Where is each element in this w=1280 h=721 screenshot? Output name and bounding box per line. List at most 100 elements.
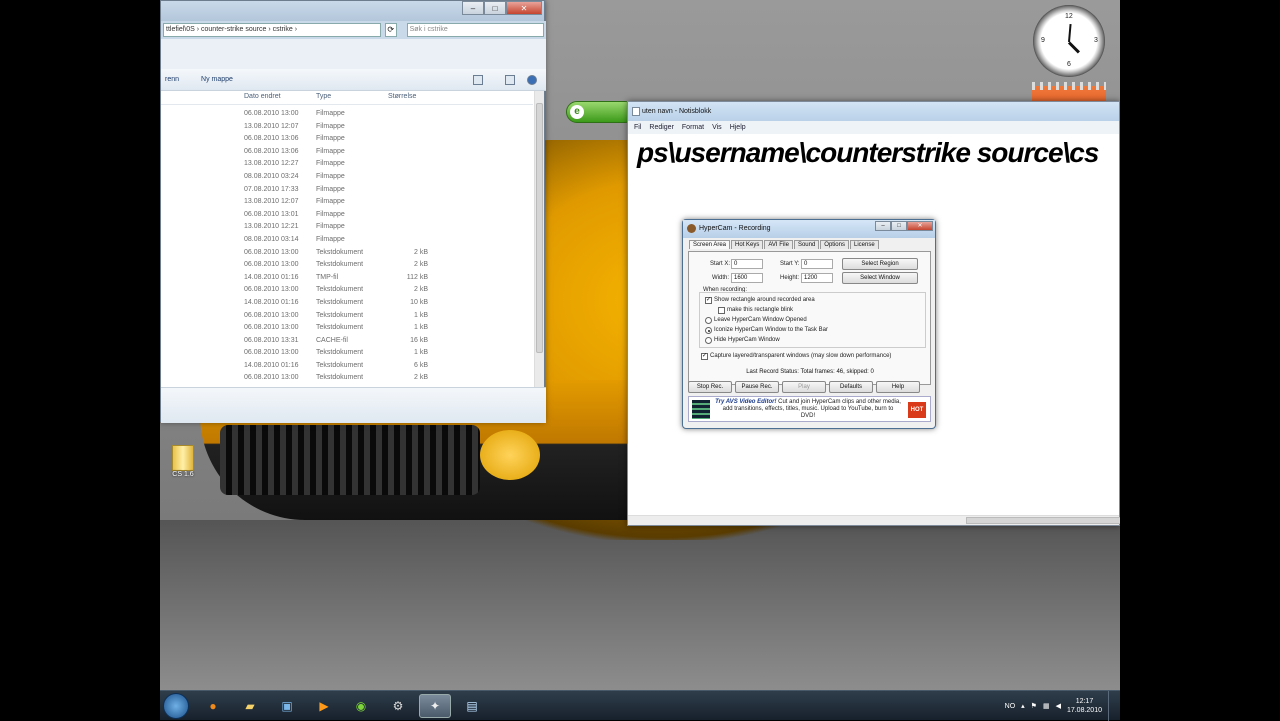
language-indicator[interactable]: NO [1005, 703, 1016, 710]
explorer-icon[interactable]: ▰ [234, 694, 266, 718]
select-window-button[interactable]: Select Window [842, 272, 918, 284]
refresh-icon[interactable]: ⟳ [384, 23, 397, 37]
menu-format[interactable]: Format [682, 121, 704, 134]
table-row[interactable]: 14.08.2010 01:16 Tekstdokument 6 kB [161, 361, 533, 374]
table-row[interactable]: 14.08.2010 01:16 Tekstdokument 10 kB [161, 298, 533, 311]
start-y-input[interactable]: 0 [801, 259, 833, 269]
table-row[interactable]: 13.08.2010 12:07 Filmappe [161, 122, 533, 135]
notepad-icon[interactable]: ▤ [456, 694, 488, 718]
hide-radio[interactable] [705, 337, 712, 344]
header-size[interactable]: Størrelse [388, 93, 416, 100]
table-row[interactable]: 06.08.2010 13:00 Tekstdokument 2 kB [161, 260, 533, 273]
blink-checkbox[interactable] [718, 307, 725, 314]
table-row[interactable]: 13.08.2010 12:21 Filmappe [161, 222, 533, 235]
height-input[interactable]: 1200 [801, 273, 833, 283]
taskbar-clock[interactable]: 12:17 17.08.2010 [1067, 697, 1102, 715]
iconize-radio[interactable] [705, 327, 712, 334]
start-x-input[interactable]: 0 [731, 259, 763, 269]
steam-icon[interactable]: ⚙ [382, 694, 414, 718]
header-type[interactable]: Type [316, 93, 331, 100]
table-row[interactable]: 06.08.2010 13:31 CACHE-fil 16 kB [161, 336, 533, 349]
scrollbar-thumb[interactable] [536, 103, 543, 353]
select-region-button[interactable]: Select Region [842, 258, 918, 270]
desktop-icon-cs16[interactable]: CS 1.6 [170, 445, 196, 478]
help-icon[interactable] [527, 75, 537, 85]
view-icon[interactable] [473, 75, 483, 85]
menu-file[interactable]: Fil [634, 121, 641, 134]
table-row[interactable]: 06.08.2010 13:00 Tekstdokument 2 kB [161, 373, 533, 386]
width-input[interactable]: 1600 [731, 273, 763, 283]
table-row[interactable]: 06.08.2010 13:00 Tekstdokument 1 kB [161, 348, 533, 361]
scrollbar-thumb[interactable] [966, 517, 1120, 524]
table-row[interactable]: 06.08.2010 13:06 Filmappe [161, 147, 533, 160]
minimize-button[interactable]: – [875, 221, 891, 231]
table-row[interactable]: 06.08.2010 13:00 Tekstdokument 1 kB [161, 311, 533, 324]
reader-gadget[interactable]: e [566, 101, 636, 123]
table-row[interactable]: 06.08.2010 13:00 Tekstdokument 2 kB [161, 248, 533, 261]
defaults-button[interactable]: Defaults [829, 381, 873, 393]
capture-layered-checkbox[interactable]: ✓ [701, 353, 708, 360]
media-player-icon[interactable]: ▶ [308, 694, 340, 718]
pause-rec-button[interactable]: Pause Rec. [735, 381, 779, 393]
horizontal-scrollbar[interactable] [628, 515, 1120, 525]
explorer-titlebar[interactable]: – □ ✕ [161, 1, 544, 21]
firefox-icon[interactable]: ● [197, 694, 229, 718]
network-tray-icon[interactable]: ▦ [1043, 702, 1050, 710]
play-button[interactable]: Play [782, 381, 826, 393]
maximize-button[interactable]: □ [891, 221, 907, 231]
toolbar-item-new-folder[interactable]: Ny mappe [201, 76, 233, 83]
row-size: 2 kB [413, 374, 428, 382]
table-row[interactable]: 13.08.2010 12:27 Filmappe [161, 159, 533, 172]
tab-avi-file[interactable]: AVI File [764, 240, 793, 249]
start-button[interactable] [163, 693, 189, 719]
table-row[interactable]: 06.08.2010 13:00 Tekstdokument 2 kB [161, 285, 533, 298]
search-input[interactable]: Søk i cstrike [406, 23, 544, 37]
leave-opened-radio[interactable] [705, 317, 712, 324]
notepad-titlebar[interactable]: uten navn - Notisblokk [628, 102, 1119, 121]
clock-gadget[interactable]: 12 3 6 9 [1033, 5, 1105, 77]
volume-icon[interactable]: ◀ [1056, 702, 1061, 710]
toolbar-item-share[interactable]: renn [165, 76, 179, 83]
table-row[interactable]: 08.08.2010 03:24 Filmappe [161, 172, 533, 185]
show-rect-checkbox[interactable]: ✓ [705, 297, 712, 304]
menu-view[interactable]: Vis [712, 121, 722, 134]
help-button[interactable]: Help [876, 381, 920, 393]
table-row[interactable]: 06.08.2010 13:00 Filmappe [161, 109, 533, 122]
tab-options[interactable]: Options [820, 240, 849, 249]
table-row[interactable]: 06.08.2010 13:06 Filmappe [161, 134, 533, 147]
tab-sound[interactable]: Sound [793, 240, 820, 249]
header-date[interactable]: Dato endret [244, 93, 281, 100]
tab-screen-area[interactable]: Screen Area [689, 240, 731, 249]
tab-hot-keys[interactable]: Hot Keys [731, 240, 764, 249]
hypercam-titlebar[interactable]: HyperCam - Recording – □ ✕ [683, 220, 935, 238]
menu-help[interactable]: Hjelp [730, 121, 746, 134]
hypercam-icon[interactable]: ✦ [419, 694, 451, 718]
menu-edit[interactable]: Rediger [649, 121, 674, 134]
vertical-scrollbar[interactable] [534, 91, 544, 387]
address-path[interactable]: ttlefiel\0S › counter-strike source › cs… [163, 23, 381, 37]
flag-icon[interactable]: ⚑ [1031, 702, 1037, 710]
preview-pane-icon[interactable] [505, 75, 515, 85]
maximize-button[interactable]: □ [484, 1, 506, 15]
ad-title[interactable]: Try AVS Video Editor! [715, 399, 776, 405]
table-row[interactable]: 13.08.2010 12:07 Filmappe [161, 197, 533, 210]
network-icon[interactable]: ▣ [271, 694, 303, 718]
tab-license[interactable]: License [849, 240, 879, 249]
show-desktop-button[interactable] [1108, 691, 1116, 721]
close-button[interactable]: ✕ [506, 1, 542, 15]
table-row[interactable]: 08.08.2010 03:14 Filmappe [161, 235, 533, 248]
avs-ad-banner[interactable]: Try AVS Video Editor! Cut and join Hyper… [688, 396, 931, 422]
minimize-button[interactable]: – [462, 1, 484, 15]
hypercam-window[interactable]: HyperCam - Recording – □ ✕ Screen Area H… [682, 219, 936, 429]
stop-rec-button[interactable]: Stop Rec. [688, 381, 732, 393]
tray-expand-icon[interactable]: ▴ [1021, 702, 1025, 710]
close-button[interactable]: ✕ [907, 221, 933, 231]
row-type: Tekstdokument [316, 298, 364, 306]
explorer-window[interactable]: – □ ✕ ttlefiel\0S › counter-strike sourc… [160, 0, 546, 423]
table-row[interactable]: 14.08.2010 01:16 TMP-fil 112 kB [161, 273, 533, 286]
notepad-text-area[interactable]: ps\username\counterstrike source\cs [637, 137, 1099, 169]
table-row[interactable]: 06.08.2010 13:01 Filmappe [161, 210, 533, 223]
table-row[interactable]: 07.08.2010 17:33 Filmappe [161, 185, 533, 198]
spotify-icon[interactable]: ◉ [345, 694, 377, 718]
table-row[interactable]: 06.08.2010 13:00 Tekstdokument 1 kB [161, 323, 533, 336]
